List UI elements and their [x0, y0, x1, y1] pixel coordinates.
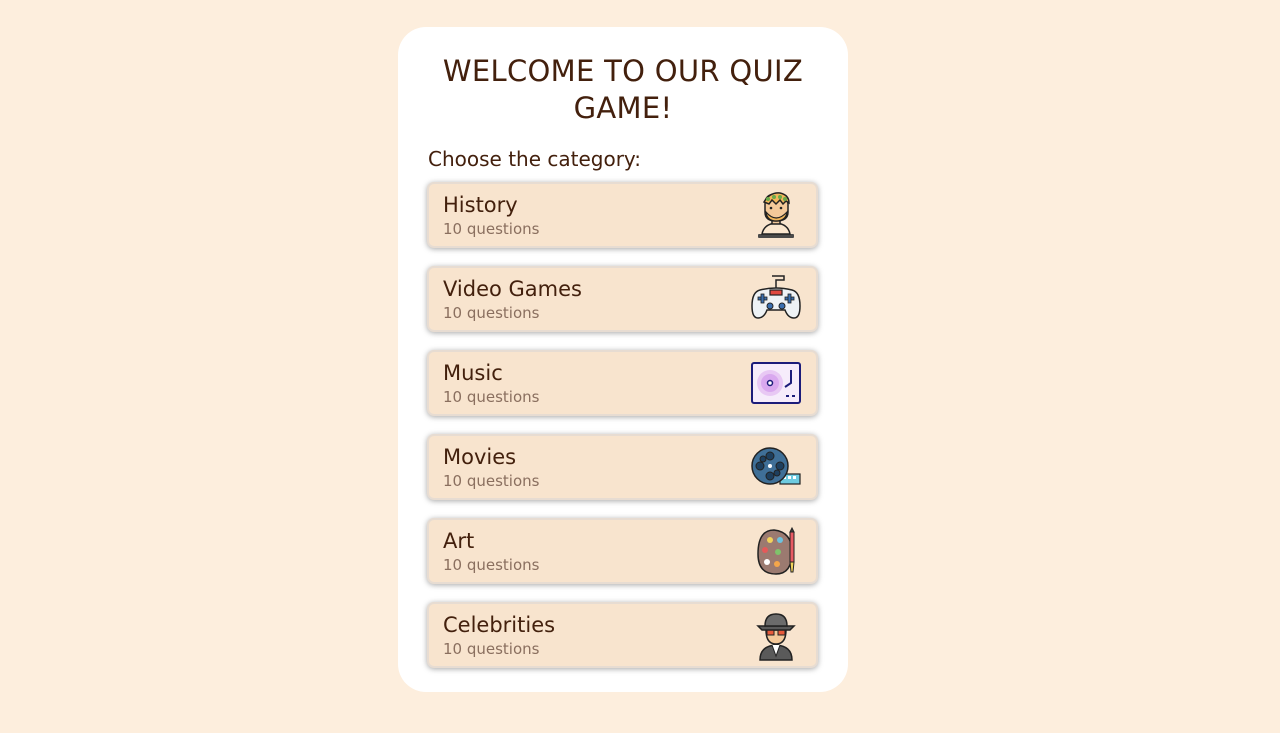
category-movies[interactable]: Movies 10 questions — [427, 434, 818, 500]
gamepad-icon — [751, 275, 801, 319]
category-name: Movies — [443, 445, 517, 469]
category-count: 10 questions — [443, 304, 540, 322]
palette-icon — [757, 526, 795, 575]
category-count: 10 questions — [443, 472, 540, 490]
celebrity-icon — [756, 613, 796, 661]
category-music[interactable]: Music 10 questions — [427, 350, 818, 416]
category-history[interactable]: History 10 questions — [427, 182, 818, 248]
turntable-icon — [751, 362, 801, 404]
film-reel-icon — [751, 447, 801, 485]
category-name: History — [443, 193, 518, 217]
category-celebrities[interactable]: Celebrities 10 questions — [427, 602, 818, 668]
category-count: 10 questions — [443, 220, 540, 238]
category-art[interactable]: Art 10 questions — [427, 518, 818, 584]
history-icon — [758, 192, 794, 238]
category-video-games[interactable]: Video Games 10 questions — [427, 266, 818, 332]
page-title: WELCOME TO OUR QUIZ GAME! — [442, 54, 804, 125]
category-prompt: Choose the category: — [428, 147, 642, 171]
category-name: Video Games — [443, 277, 582, 301]
quiz-card: WELCOME TO OUR QUIZ GAME! Choose the cat… — [398, 27, 848, 692]
category-count: 10 questions — [443, 640, 540, 658]
category-name: Music — [443, 361, 503, 385]
category-count: 10 questions — [443, 388, 540, 406]
category-name: Celebrities — [443, 613, 556, 637]
category-count: 10 questions — [443, 556, 540, 574]
category-name: Art — [443, 529, 475, 553]
